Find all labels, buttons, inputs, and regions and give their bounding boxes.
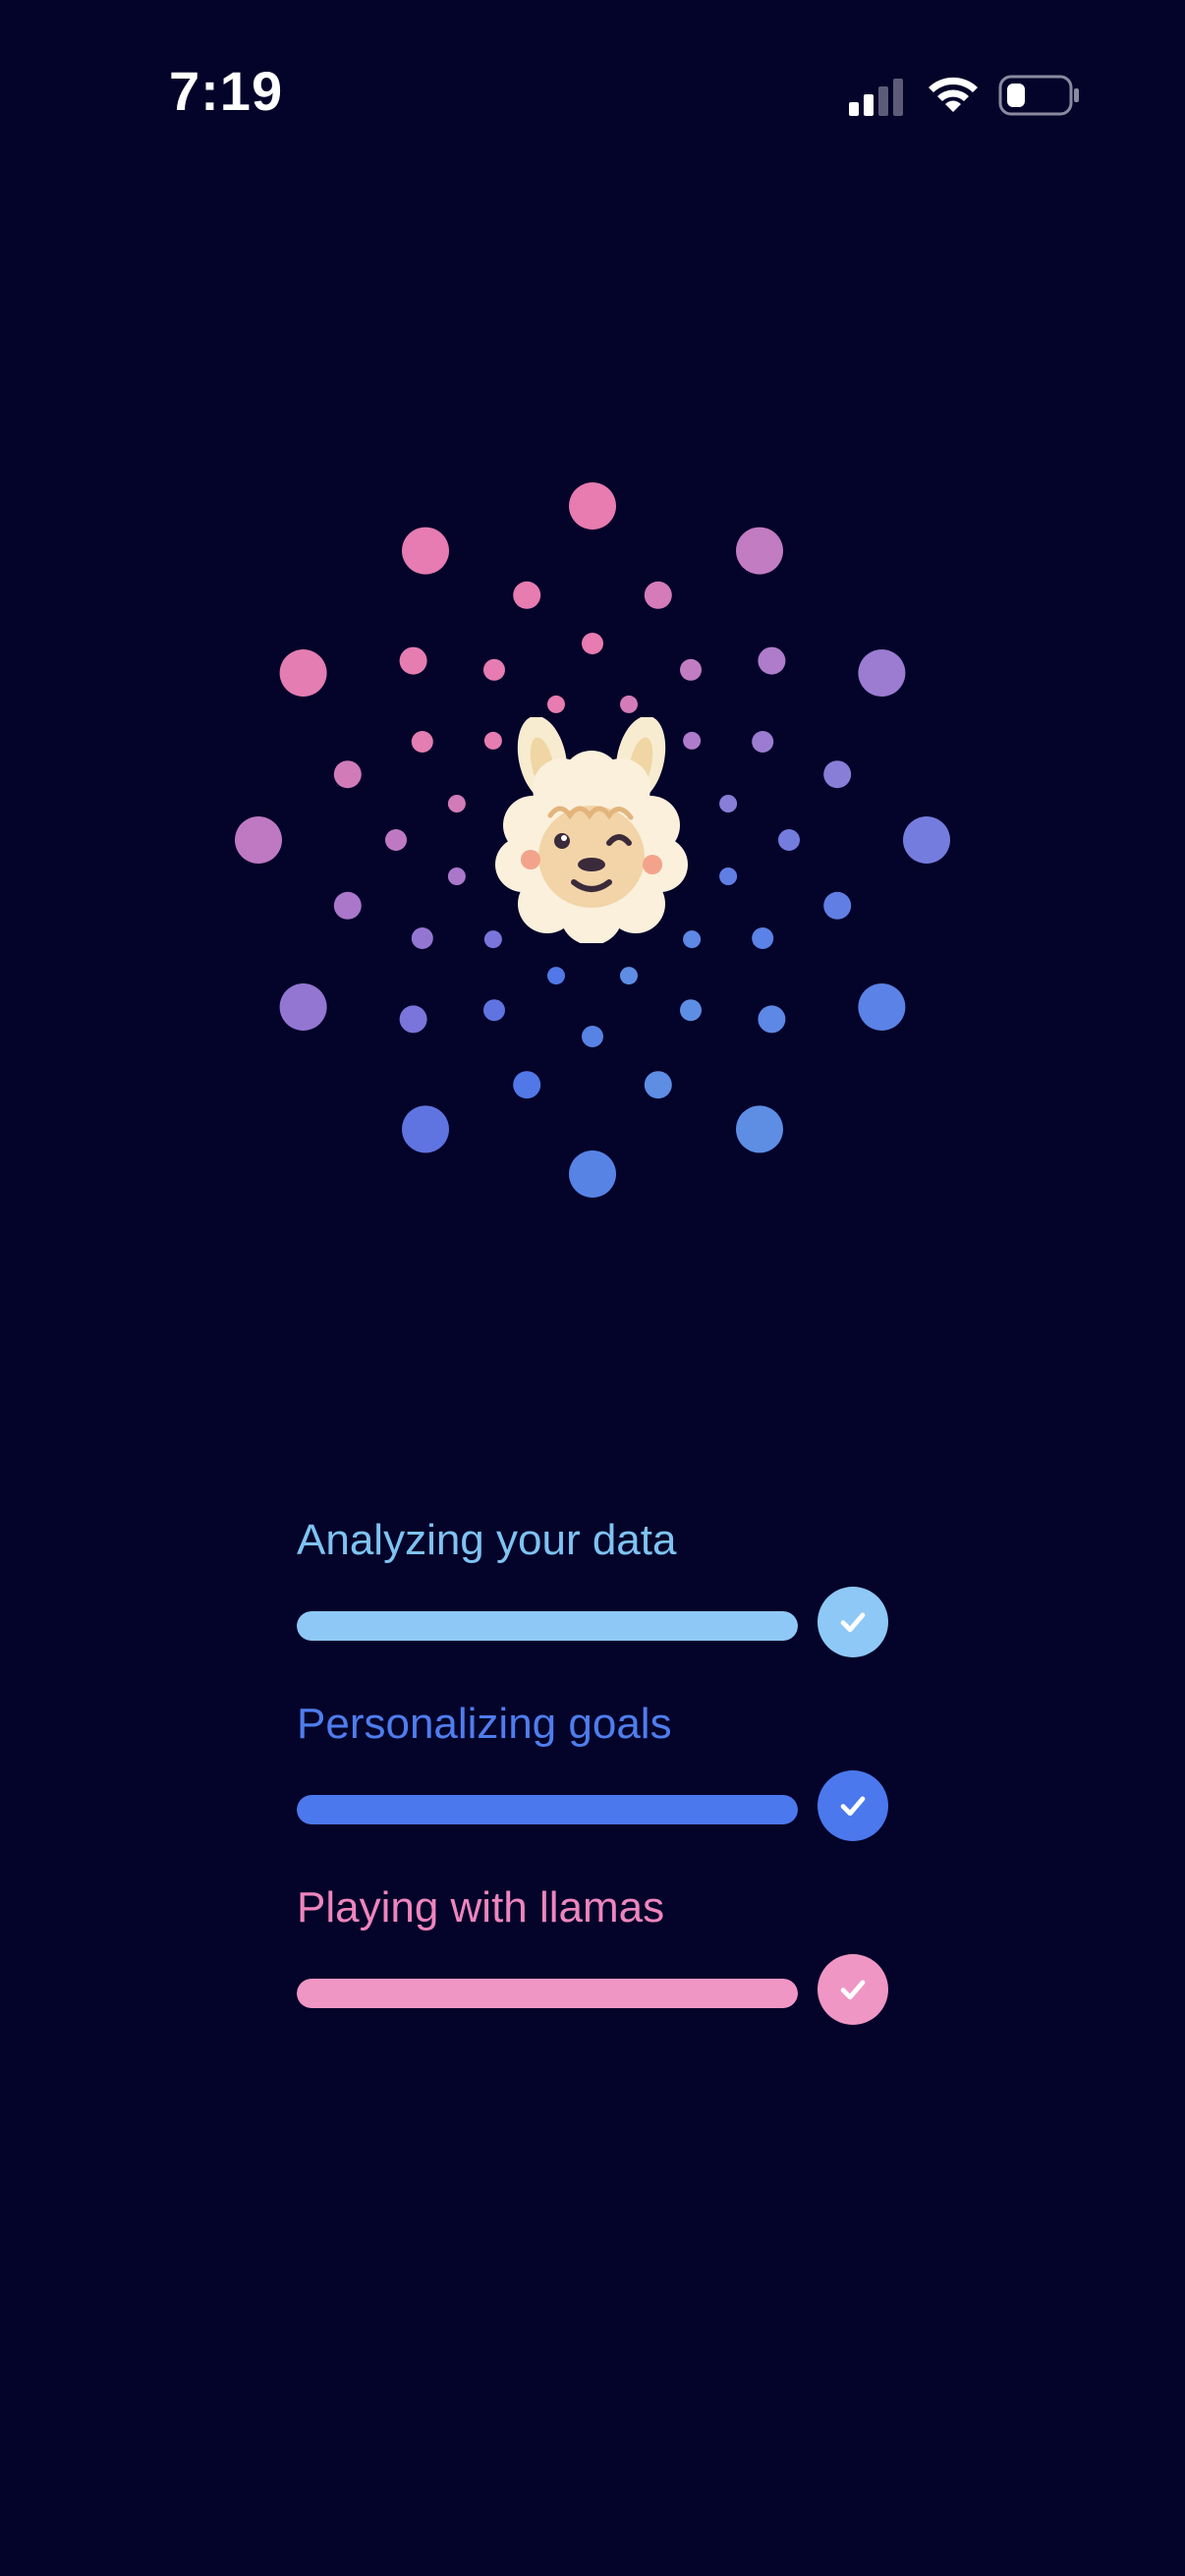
- burst-dot: [402, 1105, 449, 1153]
- burst-dot: [447, 795, 466, 812]
- burst-dot: [823, 760, 852, 789]
- checkmark-icon: [818, 1770, 888, 1841]
- dot-burst-graphic: [235, 482, 950, 1198]
- burst-dot: [279, 649, 327, 697]
- burst-dot: [235, 816, 282, 864]
- burst-dot: [758, 646, 786, 675]
- burst-dot: [513, 1071, 541, 1099]
- checkmark-icon: [818, 1587, 888, 1657]
- burst-dot: [385, 829, 407, 851]
- progress-bar-fill: [297, 1795, 798, 1824]
- progress-label: Personalizing goals: [297, 1700, 672, 1748]
- burst-dot: [411, 927, 433, 949]
- burst-dot: [719, 868, 738, 885]
- burst-dot: [399, 1005, 427, 1034]
- burst-dot: [402, 527, 449, 575]
- burst-dot: [719, 795, 738, 812]
- burst-dot: [823, 891, 852, 920]
- burst-dot: [680, 999, 702, 1022]
- burst-dot: [758, 1005, 786, 1034]
- checkmark-icon: [818, 1954, 888, 2025]
- burst-dot: [399, 646, 427, 675]
- burst-dot: [547, 695, 565, 713]
- progress-item-analyzing-data: Analyzing your data: [297, 1513, 896, 1697]
- burst-dot: [644, 581, 672, 609]
- burst-dot: [333, 891, 362, 920]
- progress-bar: [297, 1979, 798, 2008]
- burst-dot: [644, 1071, 672, 1099]
- progress-checklist: Analyzing your data Personalizing goals …: [297, 1513, 896, 2064]
- llama-face-icon: [495, 717, 688, 943]
- progress-bar: [297, 1611, 798, 1641]
- burst-dot: [582, 633, 603, 654]
- burst-dot: [752, 731, 774, 753]
- burst-dot: [752, 927, 774, 949]
- burst-dot: [483, 658, 505, 681]
- burst-dot: [547, 967, 565, 985]
- burst-dot: [858, 649, 906, 697]
- burst-dot: [513, 581, 541, 609]
- burst-dot: [680, 658, 702, 681]
- burst-dot: [858, 983, 906, 1031]
- burst-dot: [411, 731, 433, 753]
- progress-label: Playing with llamas: [297, 1883, 665, 1932]
- burst-dot: [620, 695, 638, 713]
- progress-bar-fill: [297, 1611, 798, 1641]
- progress-bar-fill: [297, 1979, 798, 2008]
- progress-bar: [297, 1795, 798, 1824]
- progress-item-personalizing-goals: Personalizing goals: [297, 1697, 896, 1880]
- burst-dot: [333, 760, 362, 789]
- progress-item-playing-with-llamas: Playing with llamas: [297, 1880, 896, 2064]
- burst-dot: [447, 868, 466, 885]
- burst-dot: [736, 1105, 783, 1153]
- progress-label: Analyzing your data: [297, 1516, 677, 1564]
- burst-dot: [582, 1026, 603, 1047]
- burst-dot: [569, 1150, 616, 1198]
- burst-dot: [620, 967, 638, 985]
- burst-dot: [279, 983, 327, 1031]
- burst-dot: [483, 999, 505, 1022]
- burst-dot: [736, 527, 783, 575]
- burst-dot: [903, 816, 950, 864]
- burst-dot: [778, 829, 800, 851]
- burst-dot: [569, 482, 616, 530]
